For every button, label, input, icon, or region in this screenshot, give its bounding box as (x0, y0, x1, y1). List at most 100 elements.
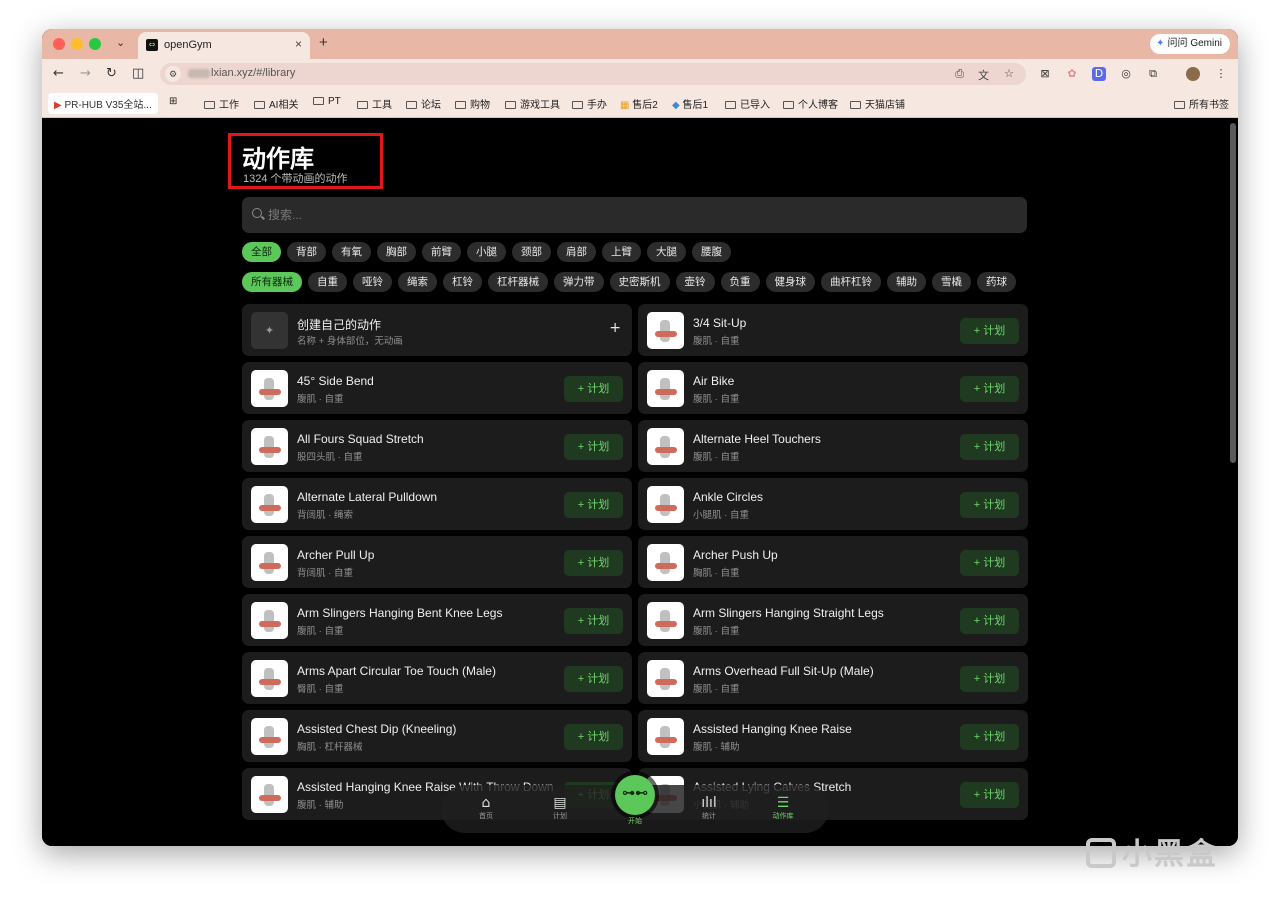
exercise-card[interactable]: Arms Overhead Full Sit-Up (Male) 腹肌 · 自重 +… (638, 652, 1028, 704)
tab-close-icon[interactable]: × (295, 37, 302, 51)
address-bar[interactable]: ⚙ lxian.xyz/#/library ⎙ 文 ☆ (160, 63, 1026, 85)
add-to-plan-button[interactable]: + 计划 (564, 376, 623, 402)
exercise-card[interactable]: Arms Apart Circular Toe Touch (Male) 臀肌 ·… (242, 652, 632, 704)
site-info-icon[interactable]: ⚙ (165, 66, 181, 82)
add-to-plan-button[interactable]: + 计划 (564, 666, 623, 692)
start-workout-button[interactable]: ⊶⊷ (615, 775, 655, 815)
reload-icon[interactable]: ↻ (106, 66, 117, 81)
bookmark-folder[interactable]: PT (313, 96, 341, 107)
extension-icon[interactable]: D (1092, 67, 1106, 81)
equipment-chip[interactable]: 壶铃 (675, 272, 715, 292)
bookmark-folder[interactable]: 论坛 (406, 96, 441, 111)
bookmark-folder[interactable]: 工具 (357, 96, 392, 111)
add-to-plan-button[interactable]: + 计划 (564, 492, 623, 518)
bookmark-folder[interactable]: 天猫店铺 (850, 96, 905, 111)
body-chip[interactable]: 腰腹 (692, 242, 731, 262)
plus-icon[interactable]: + (609, 320, 621, 336)
equipment-chip[interactable]: 杠铃 (443, 272, 482, 292)
add-to-plan-button[interactable]: + 计划 (960, 666, 1019, 692)
gemini-button[interactable]: ✦ 问问 Gemini (1150, 34, 1230, 54)
nav-stats[interactable]: ılıl 统计 (689, 795, 729, 821)
exercise-card[interactable]: Arm Slingers Hanging Straight Legs 腹肌 · 自… (638, 594, 1028, 646)
exercise-card[interactable]: Ankle Circles 小腿肌 · 自重 + 计划 (638, 478, 1028, 530)
bookmark-link[interactable]: ◆ 售后1 (672, 96, 708, 111)
nav-plan[interactable]: ▤ 计划 (540, 795, 580, 821)
bookmark-folder[interactable]: 手办 (572, 96, 607, 111)
page-scrollbar[interactable] (1230, 123, 1236, 463)
extension-icon[interactable]: ⊠ (1038, 67, 1052, 81)
body-chip[interactable]: 背部 (287, 242, 326, 262)
close-window-button[interactable] (53, 38, 65, 50)
equipment-chip[interactable]: 史密斯机 (609, 272, 670, 292)
body-chip[interactable]: 颈部 (512, 242, 551, 262)
exercise-card[interactable]: Alternate Lateral Pulldown 背阔肌 · 绳索 + 计划 (242, 478, 632, 530)
add-to-plan-button[interactable]: + 计划 (960, 724, 1019, 750)
forward-arrow-icon[interactable]: → (80, 66, 91, 81)
nav-home[interactable]: ⌂ 首页 (466, 795, 506, 821)
maximize-window-button[interactable] (89, 38, 101, 50)
bookmark-pr-hub[interactable]: ▶ PR-HUB V35全站... (48, 93, 158, 114)
add-to-plan-button[interactable]: + 计划 (960, 318, 1019, 344)
bookmark-star-icon[interactable]: ☆ (1004, 67, 1014, 80)
equipment-chip[interactable]: 自重 (308, 272, 347, 292)
exercise-card[interactable]: Arm Slingers Hanging Bent Knee Legs 腹肌 · … (242, 594, 632, 646)
all-bookmarks-folder[interactable]: 所有书签 (1174, 96, 1229, 111)
body-chip[interactable]: 全部 (242, 242, 281, 262)
equipment-chip[interactable]: 弹力带 (554, 272, 604, 292)
exercise-card[interactable]: Archer Push Up 胸肌 · 自重 + 计划 (638, 536, 1028, 588)
add-to-plan-button[interactable]: + 计划 (564, 608, 623, 634)
add-to-plan-button[interactable]: + 计划 (960, 782, 1019, 808)
body-chip[interactable]: 肩部 (557, 242, 596, 262)
body-chip[interactable]: 上臂 (602, 242, 641, 262)
profile-avatar[interactable] (1186, 67, 1200, 81)
add-to-plan-button[interactable]: + 计划 (960, 550, 1019, 576)
minimize-window-button[interactable] (71, 38, 83, 50)
bookmark-link[interactable]: ▦ 售后2 (620, 96, 658, 111)
add-to-plan-button[interactable]: + 计划 (960, 434, 1019, 460)
new-tab-button[interactable]: + (319, 34, 328, 51)
equipment-chip[interactable]: 雪橇 (932, 272, 971, 292)
create-exercise-card[interactable]: ✦ 创建自己的动作 名称 + 身体部位，无动画 + (242, 304, 632, 356)
exercise-card[interactable]: Air Bike 腹肌 · 自重 + 计划 (638, 362, 1028, 414)
equipment-chip[interactable]: 哑铃 (353, 272, 392, 292)
add-to-plan-button[interactable]: + 计划 (564, 550, 623, 576)
add-to-plan-button[interactable]: + 计划 (960, 492, 1019, 518)
add-to-plan-button[interactable]: + 计划 (960, 608, 1019, 634)
back-arrow-icon[interactable]: ← (53, 66, 64, 81)
bookmark-folder[interactable]: 个人博客 (783, 96, 838, 111)
bookmark-folder[interactable]: 工作 (204, 96, 239, 111)
exercise-card[interactable]: Archer Pull Up 背阔肌 · 自重 + 计划 (242, 536, 632, 588)
equipment-chip[interactable]: 杠杆器械 (488, 272, 548, 292)
exercise-card[interactable]: All Fours Squad Stretch 股四头肌 · 自重 + 计划 (242, 420, 632, 472)
bookmark-folder[interactable]: 游戏工具 (505, 96, 560, 111)
add-to-plan-button[interactable]: + 计划 (564, 724, 623, 750)
apps-grid-icon[interactable]: ⊞ (169, 96, 177, 107)
add-to-plan-button[interactable]: + 计划 (564, 434, 623, 460)
tab-opengym[interactable]: ⇔ openGym × (138, 32, 310, 59)
body-chip[interactable]: 小腿 (467, 242, 506, 262)
equipment-chip[interactable]: 健身球 (765, 272, 815, 292)
extension-icon[interactable]: ✿ (1065, 67, 1079, 81)
exercise-card[interactable]: 3/4 Sit-Up 腹肌 · 自重 + 计划 (638, 304, 1028, 356)
tab-search-dropdown-icon[interactable]: ⌄ (116, 36, 125, 49)
menu-kebab-icon[interactable]: ⋮ (1214, 67, 1228, 81)
add-to-plan-button[interactable]: + 计划 (960, 376, 1019, 402)
body-chip[interactable]: 大腿 (647, 242, 686, 262)
exercise-card[interactable]: Assisted Hanging Knee Raise 腹肌 · 辅助 + 计划 (638, 710, 1028, 762)
bookmark-folder[interactable]: AI相关 (254, 96, 298, 111)
bookmark-folder[interactable]: 购物 (455, 96, 490, 111)
sidebar-toggle-icon[interactable]: ◫ (132, 66, 144, 81)
equipment-chip[interactable]: 绳索 (398, 272, 437, 292)
exercise-card[interactable]: Alternate Heel Touchers 腹肌 · 自重 + 计划 (638, 420, 1028, 472)
equipment-chip[interactable]: 负重 (720, 272, 760, 292)
nav-library[interactable]: ☰ 动作库 (763, 795, 803, 821)
search-input[interactable] (268, 197, 1008, 233)
body-chip[interactable]: 前臂 (422, 242, 461, 262)
extension-icon[interactable]: ◎ (1119, 67, 1133, 81)
equipment-chip[interactable]: 曲杆杠铃 (821, 272, 881, 292)
translate-icon[interactable]: 文 (978, 67, 989, 83)
install-app-icon[interactable]: ⎙ (955, 67, 964, 81)
body-chip[interactable]: 胸部 (377, 242, 416, 262)
body-chip[interactable]: 有氧 (332, 242, 371, 262)
exercise-card[interactable]: 45° Side Bend 腹肌 · 自重 + 计划 (242, 362, 632, 414)
